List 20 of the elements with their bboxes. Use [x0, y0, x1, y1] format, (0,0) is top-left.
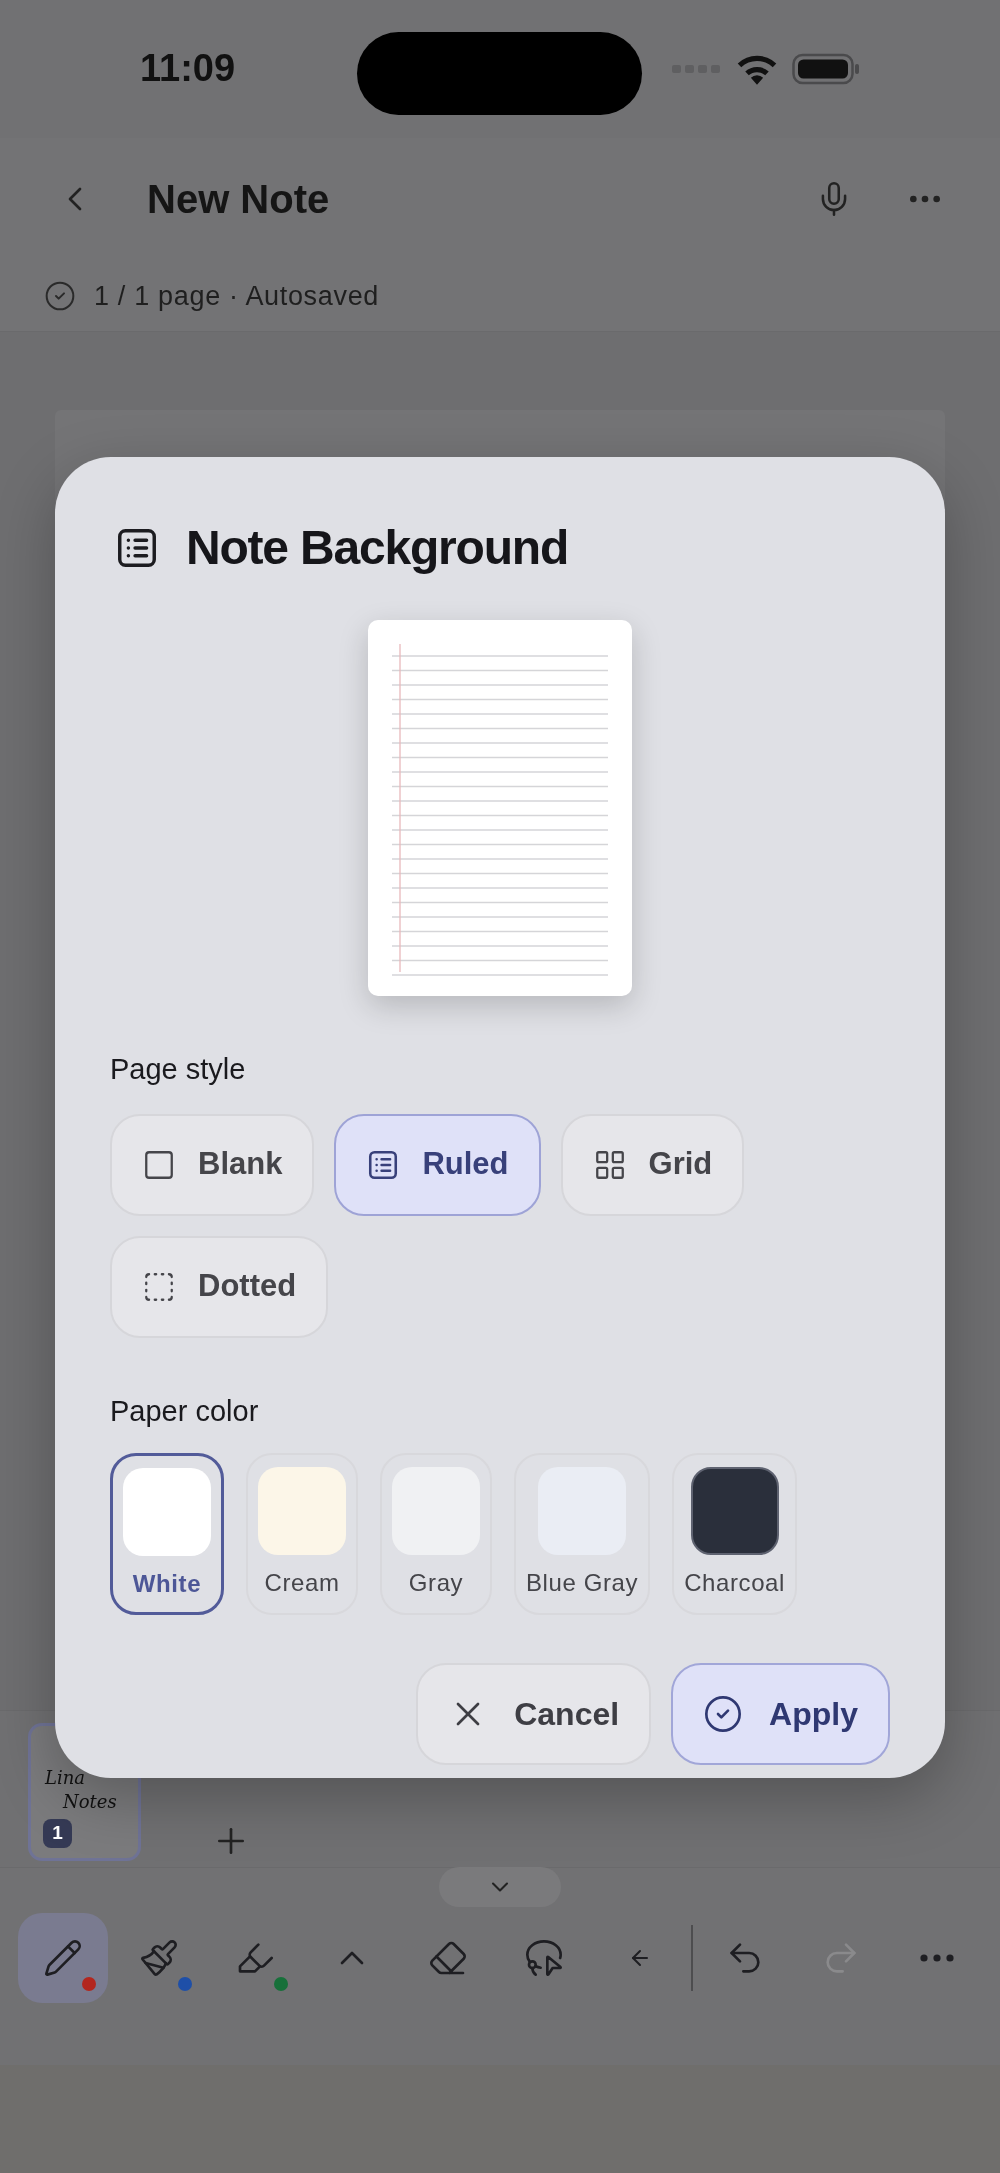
page-number-badge: 1	[43, 1818, 72, 1848]
paper-color-option[interactable]: Gray	[380, 1453, 492, 1615]
page-style-option[interactable]: Dotted	[110, 1235, 329, 1338]
cancel-button[interactable]: Cancel	[416, 1663, 652, 1765]
section-label: Paper color	[110, 1393, 259, 1429]
paper-color-option[interactable]: White	[110, 1453, 224, 1615]
paper-color-option[interactable]: Blue Gray	[514, 1453, 651, 1615]
paper-color-option[interactable]: Charcoal	[672, 1453, 797, 1615]
section-label: Page style	[110, 1052, 246, 1087]
page-status: 1 / 1 page · Autosaved	[94, 279, 380, 313]
paper-color-option[interactable]: Cream	[246, 1453, 358, 1615]
handwritten-text: Lina	[45, 1765, 86, 1790]
handwritten-text: Notes	[63, 1789, 117, 1814]
page-style-option[interactable]: Blank	[110, 1113, 315, 1216]
note-title: New Note	[147, 176, 330, 224]
dialog-title: Note Background	[186, 520, 569, 576]
status-time: 11:09	[140, 46, 236, 92]
page-style-option[interactable]: Grid	[560, 1113, 745, 1216]
apply-button[interactable]: Apply	[671, 1663, 890, 1765]
page-style-option[interactable]: Ruled	[334, 1113, 541, 1216]
